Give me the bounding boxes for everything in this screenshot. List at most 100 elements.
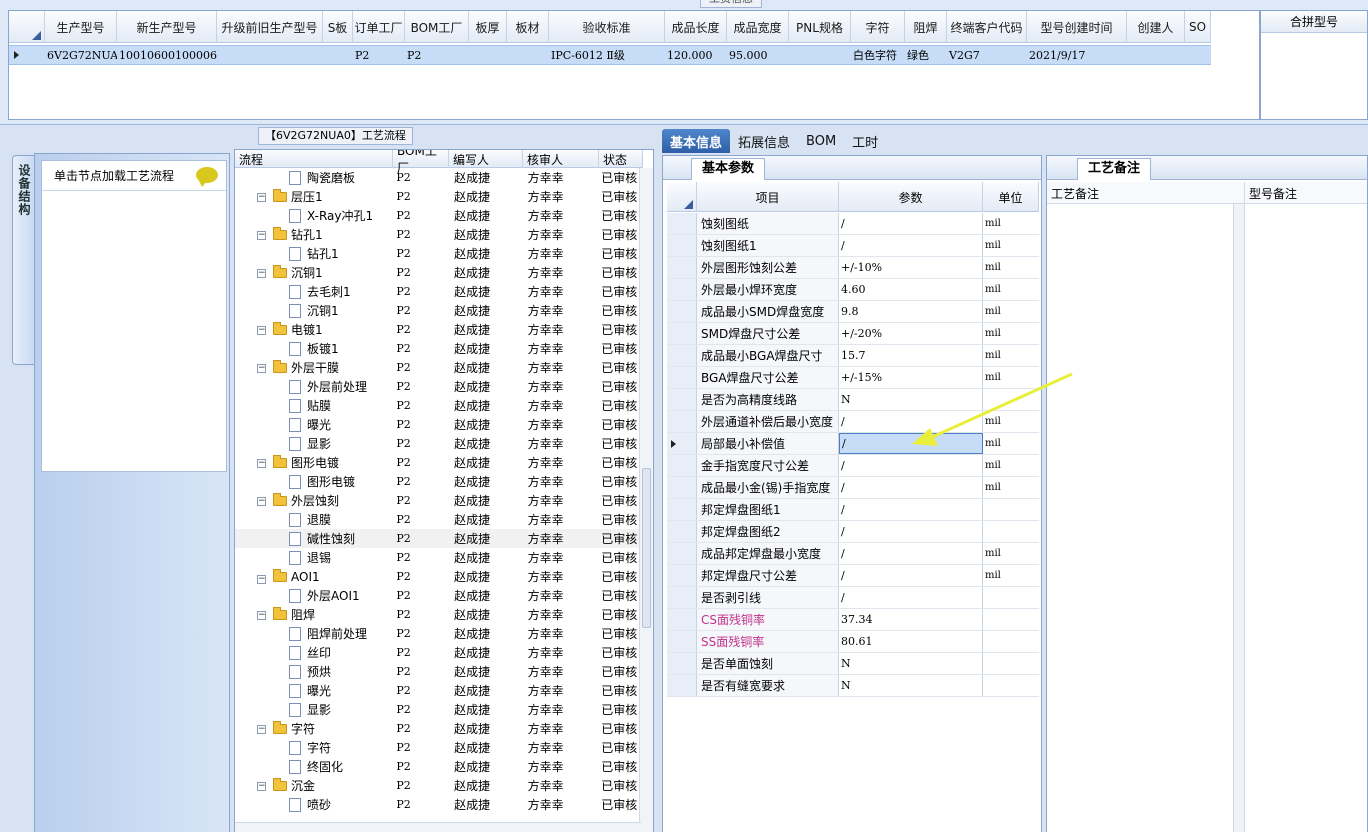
param-value[interactable]: / xyxy=(839,521,983,542)
product-cell[interactable] xyxy=(323,46,353,64)
tree-column-header[interactable]: 状态 xyxy=(599,150,643,168)
column-header[interactable]: 字符 xyxy=(851,11,905,43)
tree-node[interactable]: 退膜 P2 赵成捷 方幸幸 已审核 xyxy=(235,510,641,529)
tree-node[interactable]: − 外层干膜 P2 赵成捷 方幸幸 已审核 xyxy=(235,358,641,377)
collapse-toggle-icon[interactable]: − xyxy=(257,269,266,278)
param-value[interactable]: / xyxy=(839,213,983,234)
column-header[interactable]: SO xyxy=(1185,11,1211,43)
tree-node[interactable]: X-Ray冲孔1 P2 赵成捷 方幸幸 已审核 xyxy=(235,206,641,225)
collapse-toggle-icon[interactable]: − xyxy=(257,782,266,791)
param-row[interactable]: 邦定焊盘图纸2/ xyxy=(667,521,1039,543)
tree-node[interactable]: − AOI1 P2 赵成捷 方幸幸 已审核 xyxy=(235,567,641,586)
tree-node[interactable]: 碱性蚀刻 P2 赵成捷 方幸幸 已审核 xyxy=(235,529,641,548)
tree-node[interactable]: − 钻孔1 P2 赵成捷 方幸幸 已审核 xyxy=(235,225,641,244)
param-value[interactable]: N xyxy=(839,675,983,696)
column-header[interactable]: 验收标准 xyxy=(549,11,665,43)
param-value[interactable]: / xyxy=(839,433,983,454)
tree-scroll-thumb[interactable] xyxy=(642,468,651,628)
param-row[interactable]: 外层最小焊环宽度 4.60 mil xyxy=(667,279,1039,301)
param-row[interactable]: 是否单面蚀刻 N xyxy=(667,653,1039,675)
param-row[interactable]: 成品最小BGA焊盘尺寸 15.7 mil xyxy=(667,345,1039,367)
column-header[interactable]: 创建人 xyxy=(1127,11,1185,43)
param-value[interactable]: +/-10% xyxy=(839,257,983,278)
tab-basic-params[interactable]: 基本参数 xyxy=(691,158,766,180)
product-cell[interactable] xyxy=(1185,46,1211,64)
column-header[interactable]: 型号创建时间 xyxy=(1027,11,1127,43)
param-value[interactable]: 9.8 xyxy=(839,301,983,322)
product-cell[interactable]: 95.000 xyxy=(727,46,789,64)
params-column-header[interactable]: 单位 xyxy=(983,182,1039,212)
product-cell[interactable]: P2 xyxy=(353,46,405,64)
tab-right-0[interactable]: 基本信息 xyxy=(662,129,731,153)
param-value[interactable]: +/-20% xyxy=(839,323,983,344)
tree-column-header[interactable]: BOM工厂 xyxy=(393,150,449,175)
param-row[interactable]: CS面残铜率 37.34 xyxy=(667,609,1039,631)
tree-node[interactable]: − 字符 P2 赵成捷 方幸幸 已审核 xyxy=(235,719,641,738)
product-cell[interactable] xyxy=(507,46,549,64)
collapse-toggle-icon[interactable]: − xyxy=(257,611,266,620)
param-value[interactable]: / xyxy=(839,543,983,564)
notes-column-header[interactable]: 型号备注 xyxy=(1245,182,1367,204)
tree-node[interactable]: 字符 P2 赵成捷 方幸幸 已审核 xyxy=(235,738,641,757)
param-value[interactable]: / xyxy=(839,455,983,476)
column-header[interactable]: 板厚 xyxy=(469,11,507,43)
param-row[interactable]: 邦定焊盘图纸1/ xyxy=(667,499,1039,521)
product-cell[interactable]: 10010600100006 xyxy=(117,46,217,64)
tree-node[interactable]: 终固化 P2 赵成捷 方幸幸 已审核 xyxy=(235,757,641,776)
param-row[interactable]: 是否有缝宽要求 N xyxy=(667,675,1039,697)
param-value[interactable]: / xyxy=(839,587,983,608)
product-cell[interactable]: V2G7 xyxy=(947,46,1027,64)
tree-vertical-scrollbar[interactable] xyxy=(639,168,653,832)
tree-node[interactable]: 曝光 P2 赵成捷 方幸幸 已审核 xyxy=(235,415,641,434)
param-value[interactable]: +/-15% xyxy=(839,367,983,388)
param-row[interactable]: 是否为高精度线路 N xyxy=(667,389,1039,411)
collapse-toggle-icon[interactable]: − xyxy=(257,459,266,468)
params-column-header[interactable]: 参数 xyxy=(839,182,983,212)
column-header[interactable]: 升级前旧生产型号 xyxy=(217,11,323,43)
param-row[interactable]: SS面残铜率 80.61 xyxy=(667,631,1039,653)
param-value[interactable]: / xyxy=(839,235,983,256)
tree-column-header[interactable]: 编写人 xyxy=(449,150,523,168)
product-cell[interactable]: P2 xyxy=(405,46,469,64)
collapse-toggle-icon[interactable]: − xyxy=(257,231,266,240)
param-value[interactable]: 4.60 xyxy=(839,279,983,300)
tree-node[interactable]: 喷砂 P2 赵成捷 方幸幸 已审核 xyxy=(235,795,641,814)
collapse-toggle-icon[interactable]: − xyxy=(257,574,266,584)
tree-node[interactable]: 去毛刺1 P2 赵成捷 方幸幸 已审核 xyxy=(235,282,641,301)
tree-node[interactable]: 外层AOI1 P2 赵成捷 方幸幸 已审核 xyxy=(235,586,641,605)
column-header[interactable]: 生产型号 xyxy=(45,11,117,43)
tree-node[interactable]: − 层压1 P2 赵成捷 方幸幸 已审核 xyxy=(235,187,641,206)
column-header[interactable]: S板 xyxy=(323,11,353,43)
tree-node[interactable]: − 电镀1 P2 赵成捷 方幸幸 已审核 xyxy=(235,320,641,339)
notes-column-header[interactable]: 工艺备注 xyxy=(1047,182,1245,204)
product-cell[interactable]: 120.000 xyxy=(665,46,727,64)
tree-node[interactable]: − 沉金 P2 赵成捷 方幸幸 已审核 xyxy=(235,776,641,795)
tree-node[interactable]: 贴膜 P2 赵成捷 方幸幸 已审核 xyxy=(235,396,641,415)
tree-node[interactable]: − 图形电镀 P2 赵成捷 方幸幸 已审核 xyxy=(235,453,641,472)
param-row[interactable]: 外层图形蚀刻公差 +/-10% mil xyxy=(667,257,1039,279)
param-row[interactable]: SMD焊盘尺寸公差 +/-20% mil xyxy=(667,323,1039,345)
param-row[interactable]: 蚀刻图纸1/mil xyxy=(667,235,1039,257)
tree-node[interactable]: 丝印 P2 赵成捷 方幸幸 已审核 xyxy=(235,643,641,662)
param-row[interactable]: 成品最小金(锡)手指宽度 / mil xyxy=(667,477,1039,499)
tree-node[interactable]: 退锡 P2 赵成捷 方幸幸 已审核 xyxy=(235,548,641,567)
param-value[interactable]: N xyxy=(839,653,983,674)
param-row[interactable]: 蚀刻图纸 / mil xyxy=(667,213,1039,235)
tree-node[interactable]: 显影 P2 赵成捷 方幸幸 已审核 xyxy=(235,700,641,719)
tree-node[interactable]: 曝光 P2 赵成捷 方幸幸 已审核 xyxy=(235,681,641,700)
tab-right-3[interactable]: 工时 xyxy=(844,129,886,153)
notes-scrollbar[interactable] xyxy=(1233,204,1245,832)
column-header[interactable]: 新生产型号 xyxy=(117,11,217,43)
column-header[interactable]: 成品宽度 xyxy=(727,11,789,43)
collapse-toggle-icon[interactable]: − xyxy=(257,193,266,202)
column-header[interactable]: 终端客户代码 xyxy=(947,11,1027,43)
collapse-toggle-icon[interactable]: − xyxy=(257,326,266,335)
tree-node[interactable]: 外层前处理 P2 赵成捷 方幸幸 已审核 xyxy=(235,377,641,396)
param-value[interactable]: / xyxy=(839,477,983,498)
collapse-toggle-icon[interactable]: − xyxy=(257,497,266,506)
tree-node[interactable]: 陶瓷磨板 P2 赵成捷 方幸幸 已审核 xyxy=(235,168,641,187)
column-header[interactable]: 阻焊 xyxy=(905,11,947,43)
param-value[interactable]: N xyxy=(839,389,983,410)
comment-bubble-icon[interactable] xyxy=(196,167,218,187)
product-row[interactable]: 6V2G72NUA010010600100006 P2P2 IPC-6012 Ⅱ级1… xyxy=(9,45,1211,65)
